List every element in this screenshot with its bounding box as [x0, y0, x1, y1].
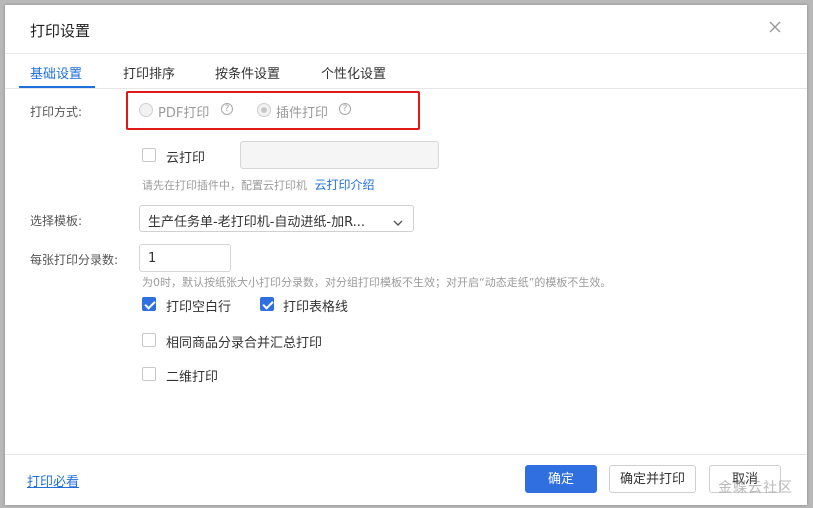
cloud-print-label: 云打印: [166, 151, 206, 166]
cloud-print-hint-text: 请先在打印插件中，配置云打印机: [142, 179, 307, 192]
chevron-down-icon: [393, 213, 403, 226]
tab-conditional-settings[interactable]: 按条件设置: [215, 63, 280, 82]
tab-basic-settings[interactable]: 基础设置: [30, 63, 82, 82]
print-mode-label: 打印方式:: [30, 105, 83, 119]
template-select[interactable]: 生产任务单-老打印机-自动进纸-加R...: [139, 205, 414, 232]
copies-hint: 为0时，默认按纸张大小打印分录数，对分组打印模板不生效；对开启“动态走纸”的模板…: [142, 276, 612, 289]
tab-print-sort[interactable]: 打印排序: [123, 63, 175, 82]
tab-bar: 基础设置 打印排序 按条件设置 个性化设置: [5, 54, 807, 89]
merge-same-items-label: 相同商品分录合并汇总打印: [166, 336, 323, 351]
print-blank-rows-label: 打印空白行: [166, 300, 232, 315]
cloud-print-intro-link[interactable]: 云打印介绍: [315, 178, 375, 192]
template-selected-value: 生产任务单-老打印机-自动进纸-加R...: [148, 215, 366, 230]
dialog-title: 打印设置: [30, 22, 91, 40]
dialog-footer: 打印必看 确定 确定并打印 取消 金蝶云社区: [5, 454, 807, 505]
print-guide-link[interactable]: 打印必看: [27, 471, 79, 490]
print-grid-lines-label: 打印表格线: [283, 300, 349, 315]
print-blank-rows-checkbox[interactable]: [142, 297, 156, 311]
copies-label: 每张打印分录数:: [30, 253, 119, 267]
cloud-print-hint: 请先在打印插件中，配置云打印机 云打印介绍: [142, 176, 375, 193]
template-label: 选择模板:: [30, 214, 83, 228]
watermark-text: 金蝶云社区: [718, 480, 793, 496]
confirm-and-print-button[interactable]: 确定并打印: [609, 465, 696, 493]
cloud-printer-input[interactable]: [240, 141, 439, 169]
2d-print-checkbox[interactable]: [142, 367, 156, 381]
dialog-header: 打印设置: [5, 5, 807, 54]
close-icon[interactable]: [767, 19, 783, 35]
active-tab-indicator: [19, 86, 95, 88]
copies-input[interactable]: [139, 244, 231, 272]
print-grid-lines-checkbox[interactable]: [260, 297, 274, 311]
2d-print-label: 二维打印: [166, 370, 219, 385]
cloud-print-checkbox[interactable]: [142, 148, 156, 162]
print-settings-dialog: 打印设置 基础设置 打印排序 按条件设置 个性化设置 打印方式: PDF打印 ?…: [5, 5, 807, 505]
highlight-annotation-box: [126, 91, 420, 130]
tab-personalization[interactable]: 个性化设置: [321, 63, 386, 82]
merge-same-items-checkbox[interactable]: [142, 333, 156, 347]
confirm-button[interactable]: 确定: [525, 465, 597, 493]
